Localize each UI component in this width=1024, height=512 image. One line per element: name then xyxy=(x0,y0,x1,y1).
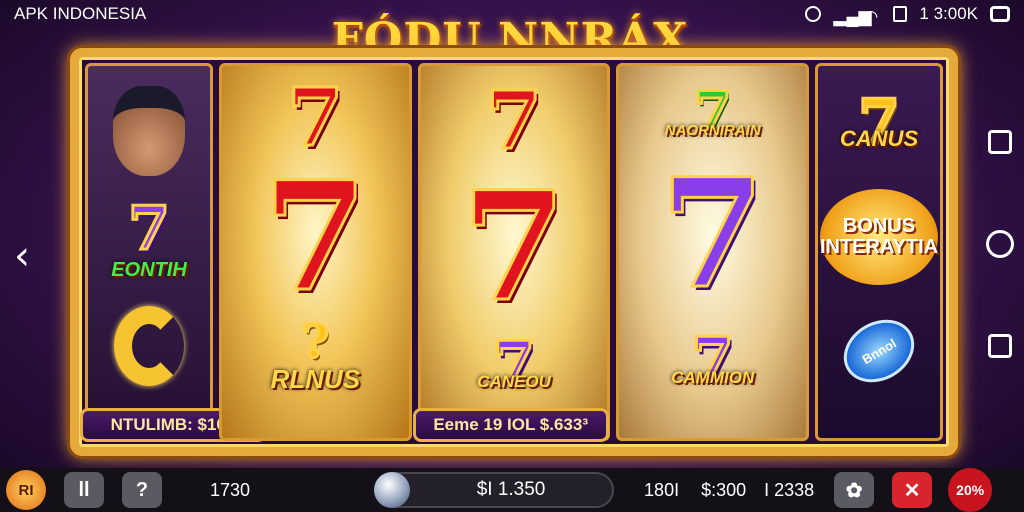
bonus-symbol: ? xyxy=(300,314,330,369)
spin-slider[interactable]: $I 1.350 xyxy=(374,472,615,508)
close-icon[interactable]: ✕ xyxy=(892,472,933,508)
home-icon[interactable] xyxy=(986,230,1014,258)
gold-ring-symbol xyxy=(114,306,184,387)
pause-button[interactable]: ll xyxy=(64,472,104,508)
notification-icon xyxy=(805,6,822,22)
game-logo-icon[interactable]: RI xyxy=(6,470,46,510)
right-logo-icon[interactable]: 20% xyxy=(948,468,993,512)
help-button[interactable]: ? xyxy=(122,472,162,508)
symbol-label: NAORNIRAIN xyxy=(664,122,761,140)
symbol-label: CANEOU xyxy=(477,372,551,391)
seven-symbol-purple: 7 xyxy=(127,194,172,265)
reel-1: 7 EONTIH NTULIMB: $103 xyxy=(80,63,266,442)
clock: 1 3:00K xyxy=(919,4,978,23)
overview-icon[interactable] xyxy=(988,334,1012,358)
seven-symbol-purple-big: 7 xyxy=(659,146,766,323)
gear-icon[interactable]: ✿ xyxy=(834,472,875,508)
seven-symbol-red-big: 7 xyxy=(262,149,369,326)
reel-2: 7 7 ? RLNUS xyxy=(219,63,412,441)
bottom-control-bar: RI ll ? 1730 $I 1.350 180I $:300 I 2338 … xyxy=(0,468,1024,512)
spin-knob-icon[interactable] xyxy=(374,472,411,508)
reels-container: 7 EONTIH NTULIMB: $103 7 7 ? RLNUS 7 7 7… xyxy=(80,63,944,442)
seven-symbol-red: 7 xyxy=(286,69,345,164)
stat-2: $:300 xyxy=(701,479,747,500)
wifi-icon: ◠ xyxy=(863,7,879,26)
reel-3: 7 7 7 CANEOU Eeme 19 IOL $.633³ xyxy=(412,63,611,442)
stat-1: 180I xyxy=(644,479,680,500)
win-box-center: Eeme 19 IOL $.633³ xyxy=(412,408,609,442)
stat-3: I 2338 xyxy=(764,479,815,500)
android-nav-bar xyxy=(986,130,1014,358)
symbol-label: CAMMION xyxy=(671,367,755,387)
symbol-label: EONTIH xyxy=(111,259,187,282)
battery-icon xyxy=(893,6,908,22)
signal-icon: ▂▄▆ xyxy=(833,7,872,26)
screenshot-icon[interactable] xyxy=(990,6,1010,22)
symbol-label: RLNUS xyxy=(270,364,361,395)
spin-value: $I 1.350 xyxy=(476,479,546,500)
slot-machine-frame: 7 EONTIH NTULIMB: $103 7 7 ? RLNUS 7 7 7… xyxy=(70,48,958,456)
recents-icon[interactable] xyxy=(988,130,1012,154)
seven-symbol-red: 7 xyxy=(485,73,544,167)
seven-symbol-red-big: 7 xyxy=(460,159,567,335)
symbol-label: CANUS xyxy=(839,126,919,152)
back-arrow-icon[interactable]: ‹ xyxy=(14,236,40,276)
reel-5: 7 CANUS BONUS INTERAYTIA Bnnol xyxy=(815,63,944,441)
character-face-symbol xyxy=(113,85,185,176)
blue-chip-symbol: Bnnol xyxy=(832,307,926,395)
reel-4: 7 NAORNIRAIN 7 7 CAMMION xyxy=(616,63,810,441)
bet-value: 1730 xyxy=(210,479,251,500)
bonus-burst-symbol: BONUS INTERAYTIA xyxy=(820,188,938,285)
